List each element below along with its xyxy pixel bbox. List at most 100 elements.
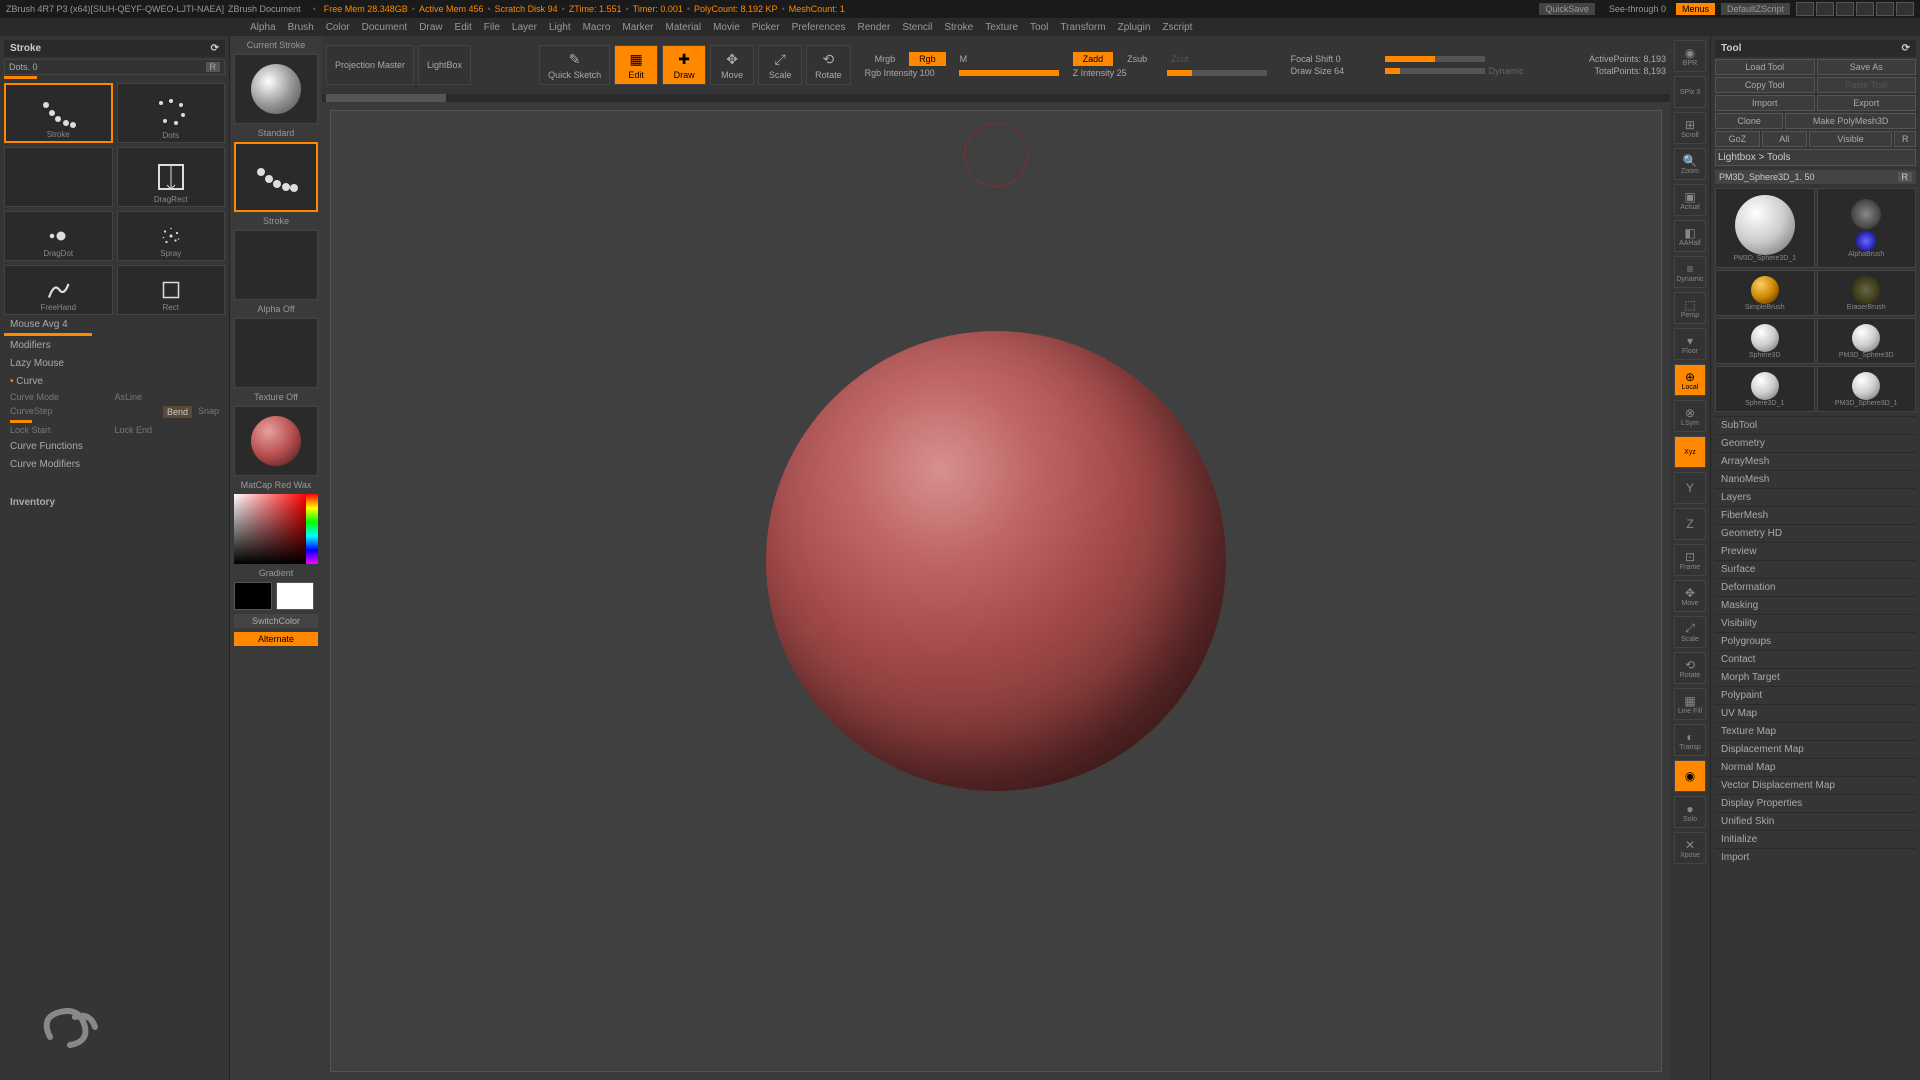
acc-polypaint[interactable]: Polypaint: [1715, 686, 1916, 704]
window-btn-1[interactable]: [1796, 2, 1814, 16]
rotate-view-button[interactable]: ⟲Rotate: [1674, 652, 1706, 684]
save-as-button[interactable]: Save As: [1817, 59, 1917, 75]
menu-layer[interactable]: Layer: [512, 22, 537, 33]
modifiers-section[interactable]: Modifiers: [4, 336, 225, 354]
bpr-button[interactable]: ◉BPR: [1674, 40, 1706, 72]
menu-picker[interactable]: Picker: [752, 22, 780, 33]
move-view-button[interactable]: ✥Move: [1674, 580, 1706, 612]
tool-simplebrush[interactable]: SimpleBrush: [1715, 270, 1815, 316]
menu-edit[interactable]: Edit: [455, 22, 472, 33]
tool-eraserbrush[interactable]: EraserBrush: [1817, 270, 1917, 316]
acc-geometry[interactable]: Geometry: [1715, 434, 1916, 452]
acc-layers[interactable]: Layers: [1715, 488, 1916, 506]
window-btn-3[interactable]: [1836, 2, 1854, 16]
menu-stroke[interactable]: Stroke: [944, 22, 973, 33]
transp-button[interactable]: ◐Transp: [1674, 724, 1706, 756]
zsub-button[interactable]: Zsub: [1117, 52, 1157, 66]
tool-sphere3d-1[interactable]: Sphere3D_1: [1715, 366, 1815, 412]
lazy-mouse-section[interactable]: Lazy Mouse: [4, 354, 225, 372]
acc-masking[interactable]: Masking: [1715, 596, 1916, 614]
acc-displayprops[interactable]: Display Properties: [1715, 794, 1916, 812]
lightbox-button[interactable]: LightBox: [418, 45, 471, 85]
stroke-type-dots[interactable]: Dots: [117, 83, 226, 143]
acc-subtool[interactable]: SubTool: [1715, 416, 1916, 434]
alternate-button[interactable]: Alternate: [234, 632, 318, 646]
stroke-type-freehand[interactable]: FreeHand: [4, 265, 113, 315]
seethrough-slider[interactable]: See-through 0: [1609, 4, 1666, 14]
texture-slot[interactable]: [234, 318, 318, 388]
r-goz-button[interactable]: R: [1894, 131, 1916, 147]
quicksave-button[interactable]: QuickSave: [1539, 3, 1595, 15]
acc-geometryhd[interactable]: Geometry HD: [1715, 524, 1916, 542]
lock-start[interactable]: Lock Start: [10, 425, 115, 435]
acc-vectordispmap[interactable]: Vector Displacement Map: [1715, 776, 1916, 794]
linefill-button[interactable]: ▦Line Fill: [1674, 688, 1706, 720]
solo-button[interactable]: ●Solo: [1674, 796, 1706, 828]
lightbox-tools-button[interactable]: Lightbox > Tools: [1715, 149, 1916, 166]
menu-transform[interactable]: Transform: [1060, 22, 1105, 33]
actual-button[interactable]: ▣Actual: [1674, 184, 1706, 216]
snap[interactable]: Snap: [192, 406, 219, 418]
stroke-type-stroke[interactable]: Stroke: [4, 83, 113, 143]
stroke-slot[interactable]: [234, 142, 318, 212]
tool-sphere3d-main[interactable]: PM3D_Sphere3D_1: [1715, 188, 1815, 268]
acc-normalmap[interactable]: Normal Map: [1715, 758, 1916, 776]
menu-movie[interactable]: Movie: [713, 22, 740, 33]
menu-render[interactable]: Render: [858, 22, 891, 33]
persp-button[interactable]: ⬚Persp: [1674, 292, 1706, 324]
mouse-avg[interactable]: Mouse Avg 4: [4, 315, 225, 333]
menu-preferences[interactable]: Preferences: [792, 22, 846, 33]
scale-button[interactable]: ⤢Scale: [758, 45, 802, 85]
curve-modifiers[interactable]: Curve Modifiers: [4, 455, 225, 473]
edit-button[interactable]: ▦Edit: [614, 45, 658, 85]
alpha-slot[interactable]: [234, 230, 318, 300]
stroke-type-empty[interactable]: [4, 147, 113, 207]
dynamic-button[interactable]: ≡Dynamic: [1674, 256, 1706, 288]
acc-deformation[interactable]: Deformation: [1715, 578, 1916, 596]
menu-zplugin[interactable]: Zplugin: [1118, 22, 1151, 33]
zoom-button[interactable]: 🔍Zoom: [1674, 148, 1706, 180]
brush-slot[interactable]: [234, 54, 318, 124]
visible-button[interactable]: Visible: [1809, 131, 1893, 147]
m-button[interactable]: M: [950, 52, 978, 66]
tool-pm3d-sphere3d[interactable]: PM3D_Sphere3D: [1817, 318, 1917, 364]
acc-initialize[interactable]: Initialize: [1715, 830, 1916, 848]
menu-marker[interactable]: Marker: [622, 22, 653, 33]
acc-arraymesh[interactable]: ArrayMesh: [1715, 452, 1916, 470]
focal-shift-slider[interactable]: Focal Shift 0: [1291, 54, 1381, 64]
projection-master-button[interactable]: Projection Master: [326, 45, 414, 85]
acc-import[interactable]: Import: [1715, 848, 1916, 866]
tool-sphere3d[interactable]: Sphere3D: [1715, 318, 1815, 364]
inventory-section[interactable]: Inventory: [4, 493, 225, 511]
window-maximize[interactable]: [1876, 2, 1894, 16]
move-button[interactable]: ✥Move: [710, 45, 754, 85]
menu-document[interactable]: Document: [362, 22, 408, 33]
menu-stencil[interactable]: Stencil: [902, 22, 932, 33]
as-line[interactable]: AsLine: [115, 392, 220, 402]
rotate-button[interactable]: ⟲Rotate: [806, 45, 851, 85]
import-button[interactable]: Import: [1715, 95, 1815, 111]
acc-uvmap[interactable]: UV Map: [1715, 704, 1916, 722]
menu-texture[interactable]: Texture: [985, 22, 1018, 33]
scroll-button[interactable]: ⊞Scroll: [1674, 112, 1706, 144]
window-close[interactable]: [1896, 2, 1914, 16]
rgb-button[interactable]: Rgb: [909, 52, 946, 66]
load-tool-button[interactable]: Load Tool: [1715, 59, 1815, 75]
xpose-button[interactable]: ✕Xpose: [1674, 832, 1706, 864]
z-intensity-slider[interactable]: Z Intensity 25: [1073, 68, 1163, 78]
draw-size-slider[interactable]: Draw Size 64: [1291, 66, 1381, 76]
acc-polygroups[interactable]: Polygroups: [1715, 632, 1916, 650]
frame-button[interactable]: ⊡Frame: [1674, 544, 1706, 576]
curve-mode[interactable]: Curve Mode: [10, 392, 115, 402]
export-button[interactable]: Export: [1817, 95, 1917, 111]
stroke-type-spray[interactable]: Spray: [117, 211, 226, 261]
acc-surface[interactable]: Surface: [1715, 560, 1916, 578]
curve-functions[interactable]: Curve Functions: [4, 437, 225, 455]
scale-view-button[interactable]: ⤢Scale: [1674, 616, 1706, 648]
acc-preview[interactable]: Preview: [1715, 542, 1916, 560]
menu-brush[interactable]: Brush: [288, 22, 314, 33]
floor-button[interactable]: ▾Floor: [1674, 328, 1706, 360]
stroke-type-dragrect[interactable]: DragRect: [117, 147, 226, 207]
tool-name-field[interactable]: PM3D_Sphere3D_1. 50 R: [1715, 170, 1916, 184]
switch-color-button[interactable]: SwitchColor: [234, 614, 318, 628]
